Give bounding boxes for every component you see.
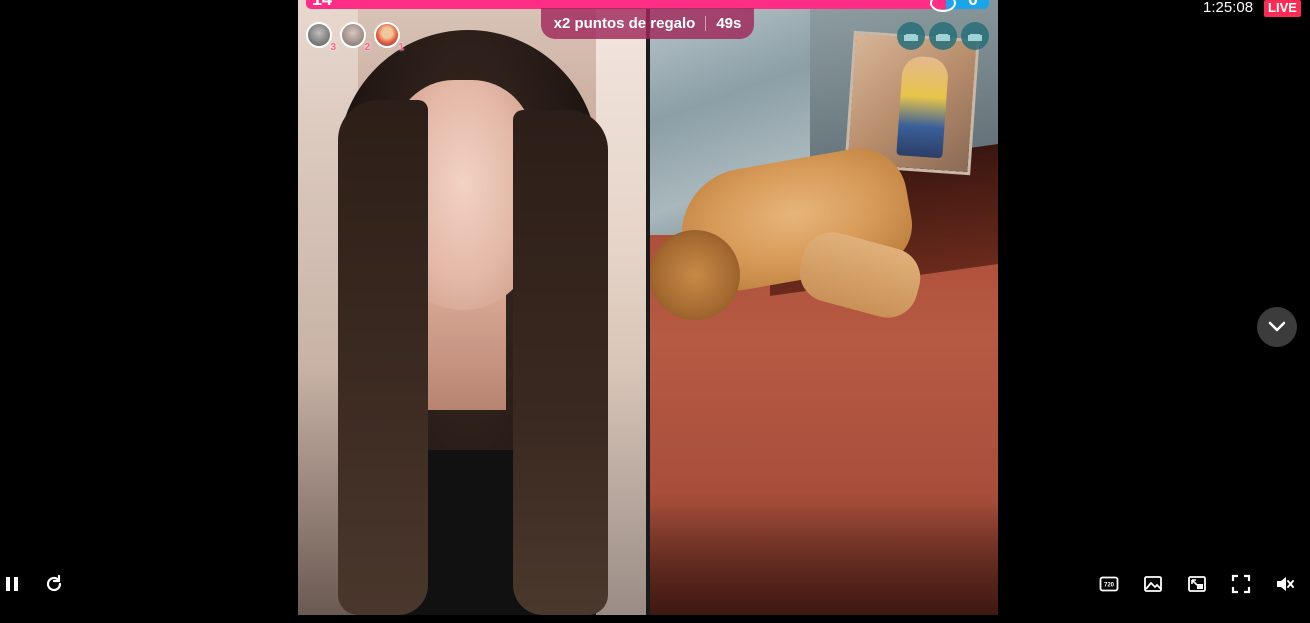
pause-button[interactable]: [0, 572, 24, 596]
supporter-avatar[interactable]: 2: [340, 22, 370, 53]
guest-seats: [897, 22, 989, 50]
supporter-rank: 3: [330, 42, 336, 53]
picture-in-picture-button[interactable]: [1185, 572, 1209, 596]
volume-muted-icon: [1277, 577, 1294, 591]
fullscreen-icon: [1231, 574, 1251, 594]
left-score: 14: [312, 0, 332, 8]
supporter-avatar[interactable]: 3: [306, 22, 336, 53]
mute-button[interactable]: [1273, 572, 1297, 596]
seat-icon[interactable]: [961, 22, 989, 50]
video-subject: [513, 110, 608, 615]
quality-label: 720: [1104, 583, 1115, 589]
picture-button[interactable]: [1141, 572, 1165, 596]
elapsed-time: 1:25:08: [1203, 0, 1254, 16]
pause-icon: [6, 577, 18, 591]
seat-icon[interactable]: [929, 22, 957, 50]
live-badge: LIVE: [1264, 0, 1301, 17]
supporter-avatar[interactable]: 1: [374, 22, 404, 53]
picture-in-picture-icon: [1188, 576, 1206, 592]
right-host-video[interactable]: [650, 0, 998, 615]
photo-person: [896, 55, 950, 159]
supporter-rank: 2: [364, 42, 370, 53]
gift-multiplier-banner: x2 puntos de regalo 49s: [541, 8, 754, 39]
image-icon: [1144, 576, 1162, 592]
fullscreen-button[interactable]: [1229, 572, 1253, 596]
quality-button[interactable]: 720: [1097, 572, 1121, 596]
gift-banner-separator: [705, 16, 707, 31]
refresh-button[interactable]: [42, 572, 66, 596]
seat-icon[interactable]: [897, 22, 925, 50]
top-supporters: 3 2 1: [306, 22, 404, 53]
left-host-video[interactable]: [298, 0, 646, 615]
chevron-down-icon[interactable]: [1257, 307, 1297, 347]
gift-multiplier-timer: 49s: [716, 15, 742, 32]
sleeping-dog: [650, 140, 928, 330]
video-shade: [650, 505, 998, 615]
refresh-icon: [46, 574, 62, 592]
live-stream-player: 14 0 x2 puntos de regalo 49s 3 2 1: [0, 0, 1310, 623]
gift-multiplier-label: x2 puntos de regalo: [553, 15, 696, 32]
video-subject: [338, 100, 428, 615]
supporter-rank: 1: [398, 42, 404, 53]
right-score: 0: [968, 0, 978, 8]
quality-icon: 720: [1099, 576, 1119, 592]
